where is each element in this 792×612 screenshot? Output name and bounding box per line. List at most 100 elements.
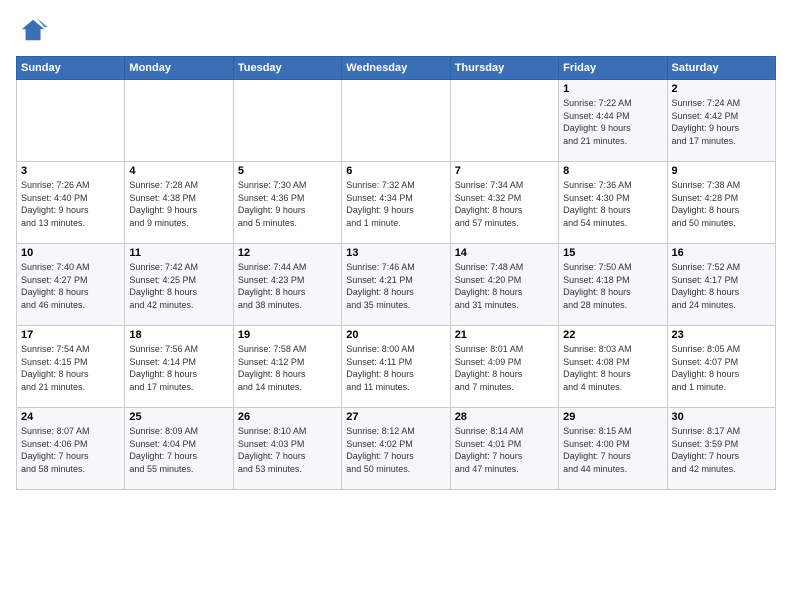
calendar-cell: 12 Sunrise: 7:44 AM Sunset: 4:23 PM Dayli… bbox=[233, 244, 341, 326]
day-number: 20 bbox=[346, 329, 445, 341]
calendar-cell: 11 Sunrise: 7:42 AM Sunset: 4:25 PM Dayli… bbox=[125, 244, 233, 326]
day-info: Sunrise: 7:36 AM Sunset: 4:30 PM Dayligh… bbox=[563, 179, 662, 229]
calendar-cell: 13 Sunrise: 7:46 AM Sunset: 4:21 PM Dayli… bbox=[342, 244, 450, 326]
weekday-header-saturday: Saturday bbox=[667, 57, 775, 80]
calendar-table: SundayMondayTuesdayWednesdayThursdayFrid… bbox=[16, 56, 776, 490]
calendar-cell: 29 Sunrise: 8:15 AM Sunset: 4:00 PM Dayli… bbox=[559, 408, 667, 490]
day-info: Sunrise: 7:50 AM Sunset: 4:18 PM Dayligh… bbox=[563, 261, 662, 311]
calendar-cell: 6Sunrise: 7:32 AM Sunset: 4:34 PM Daylig… bbox=[342, 162, 450, 244]
calendar-cell: 26Sunrise: 8:10 AM Sunset: 4:03 PM Dayli… bbox=[233, 408, 341, 490]
day-info: Sunrise: 7:58 AM Sunset: 4:12 PM Dayligh… bbox=[238, 343, 337, 393]
calendar-week-row: 17 Sunrise: 7:54 AM Sunset: 4:15 PM Dayli… bbox=[17, 326, 776, 408]
day-info: Sunrise: 8:05 AM Sunset: 4:07 PM Dayligh… bbox=[672, 343, 771, 393]
weekday-header-row: SundayMondayTuesdayWednesdayThursdayFrid… bbox=[17, 57, 776, 80]
day-info: Sunrise: 8:00 AM Sunset: 4:11 PM Dayligh… bbox=[346, 343, 445, 393]
calendar-cell: 30 Sunrise: 8:17 AM Sunset: 3:59 PM Dayli… bbox=[667, 408, 775, 490]
day-number: 12 bbox=[238, 247, 337, 259]
day-info: Sunrise: 7:44 AM Sunset: 4:23 PM Dayligh… bbox=[238, 261, 337, 311]
day-info: Sunrise: 7:32 AM Sunset: 4:34 PM Dayligh… bbox=[346, 179, 445, 229]
day-number: 14 bbox=[455, 247, 554, 259]
day-info: Sunrise: 7:52 AM Sunset: 4:17 PM Dayligh… bbox=[672, 261, 771, 311]
day-info: Sunrise: 7:40 AM Sunset: 4:27 PM Dayligh… bbox=[21, 261, 120, 311]
day-number: 17 bbox=[21, 329, 120, 341]
day-number: 13 bbox=[346, 247, 445, 259]
calendar-cell: 7Sunrise: 7:34 AM Sunset: 4:32 PM Daylig… bbox=[450, 162, 558, 244]
day-number: 3 bbox=[21, 165, 120, 177]
weekday-header-friday: Friday bbox=[559, 57, 667, 80]
weekday-header-thursday: Thursday bbox=[450, 57, 558, 80]
day-number: 11 bbox=[129, 247, 228, 259]
day-info: Sunrise: 7:54 AM Sunset: 4:15 PM Dayligh… bbox=[21, 343, 120, 393]
day-number: 4 bbox=[129, 165, 228, 177]
calendar-cell: 10 Sunrise: 7:40 AM Sunset: 4:27 PM Dayli… bbox=[17, 244, 125, 326]
calendar-cell: 5 Sunrise: 7:30 AM Sunset: 4:36 PM Daylig… bbox=[233, 162, 341, 244]
day-info: Sunrise: 7:42 AM Sunset: 4:25 PM Dayligh… bbox=[129, 261, 228, 311]
calendar-cell: 27 Sunrise: 8:12 AM Sunset: 4:02 PM Dayli… bbox=[342, 408, 450, 490]
day-info: Sunrise: 7:28 AM Sunset: 4:38 PM Dayligh… bbox=[129, 179, 228, 229]
day-info: Sunrise: 8:10 AM Sunset: 4:03 PM Dayligh… bbox=[238, 425, 337, 475]
day-number: 25 bbox=[129, 411, 228, 423]
day-info: Sunrise: 7:38 AM Sunset: 4:28 PM Dayligh… bbox=[672, 179, 771, 229]
calendar-cell bbox=[125, 80, 233, 162]
weekday-header-sunday: Sunday bbox=[17, 57, 125, 80]
calendar-cell: 28 Sunrise: 8:14 AM Sunset: 4:01 PM Dayli… bbox=[450, 408, 558, 490]
day-number: 29 bbox=[563, 411, 662, 423]
day-number: 16 bbox=[672, 247, 771, 259]
day-number: 1 bbox=[563, 83, 662, 95]
calendar-cell: 21 Sunrise: 8:01 AM Sunset: 4:09 PM Dayli… bbox=[450, 326, 558, 408]
day-info: Sunrise: 8:15 AM Sunset: 4:00 PM Dayligh… bbox=[563, 425, 662, 475]
day-number: 21 bbox=[455, 329, 554, 341]
day-number: 18 bbox=[129, 329, 228, 341]
day-number: 15 bbox=[563, 247, 662, 259]
day-number: 27 bbox=[346, 411, 445, 423]
calendar-cell: 18 Sunrise: 7:56 AM Sunset: 4:14 PM Dayli… bbox=[125, 326, 233, 408]
day-info: Sunrise: 7:48 AM Sunset: 4:20 PM Dayligh… bbox=[455, 261, 554, 311]
calendar-cell bbox=[233, 80, 341, 162]
calendar-cell: 4 Sunrise: 7:28 AM Sunset: 4:38 PM Daylig… bbox=[125, 162, 233, 244]
day-info: Sunrise: 8:03 AM Sunset: 4:08 PM Dayligh… bbox=[563, 343, 662, 393]
calendar-cell: 24Sunrise: 8:07 AM Sunset: 4:06 PM Dayli… bbox=[17, 408, 125, 490]
calendar-cell: 20 Sunrise: 8:00 AM Sunset: 4:11 PM Dayli… bbox=[342, 326, 450, 408]
day-number: 8 bbox=[563, 165, 662, 177]
day-number: 10 bbox=[21, 247, 120, 259]
calendar-cell bbox=[450, 80, 558, 162]
calendar-cell: 1 Sunrise: 7:22 AM Sunset: 4:44 PM Daylig… bbox=[559, 80, 667, 162]
day-info: Sunrise: 8:17 AM Sunset: 3:59 PM Dayligh… bbox=[672, 425, 771, 475]
day-number: 28 bbox=[455, 411, 554, 423]
day-number: 30 bbox=[672, 411, 771, 423]
calendar-week-row: 3 Sunrise: 7:26 AM Sunset: 4:40 PM Daylig… bbox=[17, 162, 776, 244]
calendar-cell bbox=[342, 80, 450, 162]
day-info: Sunrise: 7:46 AM Sunset: 4:21 PM Dayligh… bbox=[346, 261, 445, 311]
calendar-cell: 14 Sunrise: 7:48 AM Sunset: 4:20 PM Dayli… bbox=[450, 244, 558, 326]
calendar-cell: 16 Sunrise: 7:52 AM Sunset: 4:17 PM Dayli… bbox=[667, 244, 775, 326]
day-info: Sunrise: 7:24 AM Sunset: 4:42 PM Dayligh… bbox=[672, 97, 771, 147]
calendar-week-row: 24Sunrise: 8:07 AM Sunset: 4:06 PM Dayli… bbox=[17, 408, 776, 490]
day-info: Sunrise: 8:12 AM Sunset: 4:02 PM Dayligh… bbox=[346, 425, 445, 475]
logo-icon bbox=[20, 16, 48, 44]
day-info: Sunrise: 7:22 AM Sunset: 4:44 PM Dayligh… bbox=[563, 97, 662, 147]
calendar-cell: 8 Sunrise: 7:36 AM Sunset: 4:30 PM Daylig… bbox=[559, 162, 667, 244]
calendar-cell: 25 Sunrise: 8:09 AM Sunset: 4:04 PM Dayli… bbox=[125, 408, 233, 490]
page-header bbox=[16, 16, 776, 44]
calendar-week-row: 1 Sunrise: 7:22 AM Sunset: 4:44 PM Daylig… bbox=[17, 80, 776, 162]
calendar-cell: 15 Sunrise: 7:50 AM Sunset: 4:18 PM Dayli… bbox=[559, 244, 667, 326]
calendar-cell: 3 Sunrise: 7:26 AM Sunset: 4:40 PM Daylig… bbox=[17, 162, 125, 244]
calendar-cell: 19Sunrise: 7:58 AM Sunset: 4:12 PM Dayli… bbox=[233, 326, 341, 408]
day-number: 2 bbox=[672, 83, 771, 95]
day-info: Sunrise: 8:09 AM Sunset: 4:04 PM Dayligh… bbox=[129, 425, 228, 475]
day-number: 5 bbox=[238, 165, 337, 177]
weekday-header-monday: Monday bbox=[125, 57, 233, 80]
weekday-header-tuesday: Tuesday bbox=[233, 57, 341, 80]
day-info: Sunrise: 8:14 AM Sunset: 4:01 PM Dayligh… bbox=[455, 425, 554, 475]
day-info: Sunrise: 7:56 AM Sunset: 4:14 PM Dayligh… bbox=[129, 343, 228, 393]
calendar-cell bbox=[17, 80, 125, 162]
day-info: Sunrise: 8:01 AM Sunset: 4:09 PM Dayligh… bbox=[455, 343, 554, 393]
day-info: Sunrise: 7:26 AM Sunset: 4:40 PM Dayligh… bbox=[21, 179, 120, 229]
day-number: 24 bbox=[21, 411, 120, 423]
calendar-cell: 17 Sunrise: 7:54 AM Sunset: 4:15 PM Dayli… bbox=[17, 326, 125, 408]
calendar-cell: 22Sunrise: 8:03 AM Sunset: 4:08 PM Dayli… bbox=[559, 326, 667, 408]
logo bbox=[16, 16, 48, 44]
day-number: 9 bbox=[672, 165, 771, 177]
calendar-cell: 2 Sunrise: 7:24 AM Sunset: 4:42 PM Daylig… bbox=[667, 80, 775, 162]
day-info: Sunrise: 7:30 AM Sunset: 4:36 PM Dayligh… bbox=[238, 179, 337, 229]
